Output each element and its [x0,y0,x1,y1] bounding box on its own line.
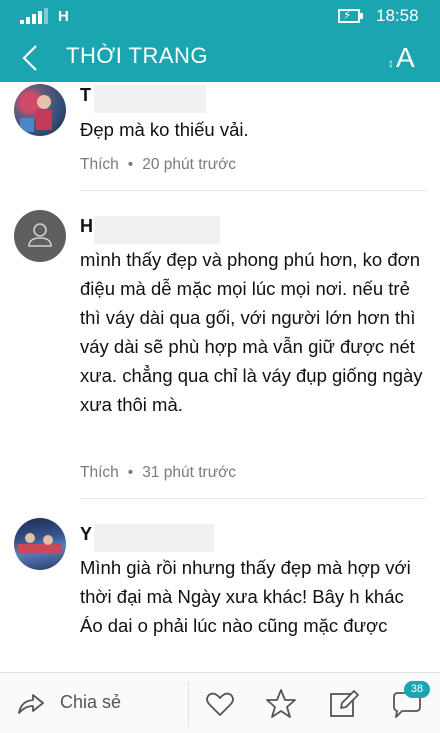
signal-strength-icon [20,8,48,24]
user-placeholder-icon [28,223,52,247]
comment-author[interactable]: Y [80,524,220,552]
bottom-bar: Chia sẻ [0,672,440,733]
clock: 18:58 [376,6,419,25]
comment-count-badge: 38 [404,681,430,698]
font-size-button[interactable]: ↕ A [388,42,428,74]
comment-meta: Thích • 20 phút trước [80,156,236,173]
network-type: H [58,8,69,25]
divider [188,681,189,726]
back-button[interactable] [18,40,42,76]
like-article-button[interactable] [203,687,237,721]
divider [80,498,426,499]
bookmark-button[interactable] [264,687,298,721]
divider [80,190,426,191]
avatar[interactable] [14,210,66,262]
comment-time: 31 phút trước [142,464,236,481]
comment-time: 20 phút trước [142,156,236,173]
redacted-name [94,524,214,552]
share-icon [18,694,44,714]
comment-author[interactable]: T [80,85,220,113]
avatar[interactable] [14,518,66,570]
like-button[interactable]: Thích [80,464,119,481]
comment-text: mình thấy đẹp và phong phú hơn, ko đơn đ… [80,249,423,415]
write-comment-button[interactable] [327,687,361,721]
redacted-name [94,216,220,244]
like-button[interactable]: Thích [80,156,119,173]
star-icon [266,689,296,718]
app-header: THỜI TRANG ↕ A [0,34,440,82]
comment-text: Đẹp mà ko thiếu vải. [80,119,249,140]
comment-author[interactable]: H [80,216,220,244]
avatar[interactable] [14,84,66,136]
heart-icon [206,692,234,716]
comment-text: Mình già rồi nhưng thấy đẹp mà hợp với t… [80,557,411,636]
font-size-icon: ↕ [388,56,394,70]
page-title: THỜI TRANG [66,43,209,68]
redacted-name [94,85,206,113]
chevron-left-icon [22,45,37,71]
status-bar: H ⚡ 18:58 [0,0,440,34]
comment-list[interactable]: T Đẹp mà ko thiếu vải. Thích • 20 phút trư… [0,82,440,672]
battery-charging-icon: ⚡ [338,8,364,23]
comment-meta: Thích • 31 phút trước [80,464,236,481]
share-label: Chia sẻ [60,692,122,712]
share-button[interactable]: Chia sẻ [16,689,176,719]
edit-icon [330,690,359,717]
